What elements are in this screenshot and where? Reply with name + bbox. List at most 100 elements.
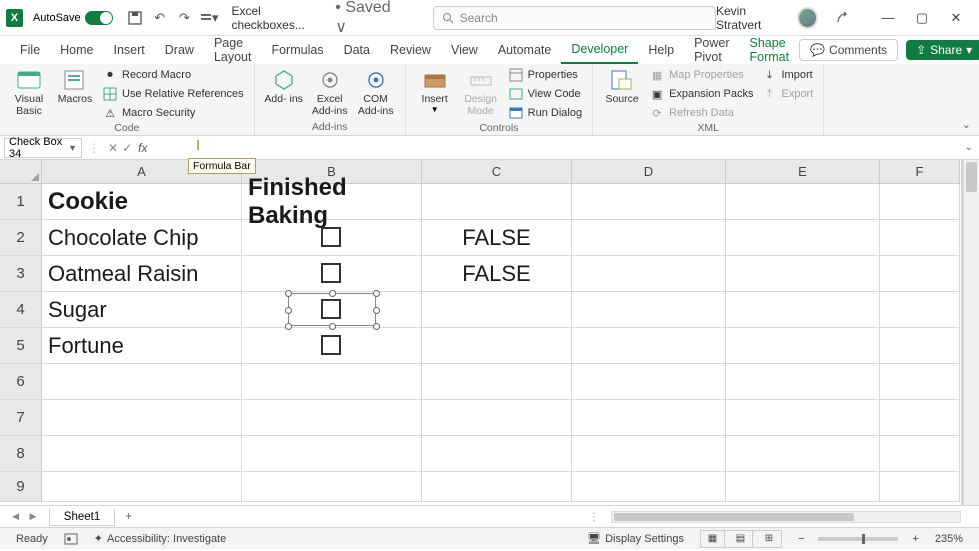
- tab-power-pivot[interactable]: Power Pivot: [684, 36, 739, 64]
- page-layout-view-button[interactable]: ▤: [729, 531, 753, 547]
- share-button[interactable]: ⇪ Share ▾: [906, 40, 979, 60]
- cell-C4[interactable]: [422, 292, 572, 328]
- import-button[interactable]: ⤓Import: [759, 66, 815, 84]
- cell-C7[interactable]: [422, 400, 572, 436]
- select-all-button[interactable]: [0, 160, 42, 184]
- cell-B9[interactable]: [242, 472, 422, 502]
- autosave-toggle[interactable]: AutoSave: [33, 11, 113, 25]
- resize-handle[interactable]: [285, 307, 292, 314]
- cell-E2[interactable]: [726, 220, 880, 256]
- visual-basic-button[interactable]: Visual Basic: [8, 66, 50, 117]
- cell-A5[interactable]: Fortune: [42, 328, 242, 364]
- macros-button[interactable]: Macros: [54, 66, 96, 105]
- document-name[interactable]: Excel checkboxes...: [231, 4, 331, 32]
- column-header-C[interactable]: C: [422, 160, 572, 184]
- resize-handle[interactable]: [285, 323, 292, 330]
- cell-A3[interactable]: Oatmeal Raisin: [42, 256, 242, 292]
- user-account[interactable]: Kevin Stratvert: [716, 4, 818, 32]
- cancel-formula-button[interactable]: ✕: [108, 141, 118, 155]
- resize-handle[interactable]: [329, 290, 336, 297]
- cell-E8[interactable]: [726, 436, 880, 472]
- cell-B6[interactable]: [242, 364, 422, 400]
- checkbox-row-3[interactable]: [321, 263, 341, 283]
- cell-F4[interactable]: [880, 292, 960, 328]
- resize-handle[interactable]: [329, 323, 336, 330]
- cell-D5[interactable]: [572, 328, 726, 364]
- display-settings-button[interactable]: 🖥 Display Settings: [587, 532, 684, 545]
- accessibility-status[interactable]: ✦ Accessibility: Investigate: [94, 532, 226, 545]
- cell-E7[interactable]: [726, 400, 880, 436]
- save-status[interactable]: • Saved ∨: [335, 0, 402, 37]
- row-header-8[interactable]: 8: [0, 436, 42, 472]
- enter-formula-button[interactable]: ✓: [122, 141, 132, 155]
- tab-formulas[interactable]: Formulas: [261, 36, 333, 64]
- use-relative-references-button[interactable]: Use Relative References: [100, 85, 246, 103]
- insert-control-button[interactable]: Insert▼: [414, 66, 456, 114]
- tab-view[interactable]: View: [441, 36, 488, 64]
- cell-E3[interactable]: [726, 256, 880, 292]
- fx-button[interactable]: fx: [138, 141, 147, 155]
- cell-A1[interactable]: Cookie: [42, 184, 242, 220]
- tab-file[interactable]: File: [10, 36, 50, 64]
- comments-button[interactable]: 💬 Comments: [799, 39, 898, 61]
- cell-E5[interactable]: [726, 328, 880, 364]
- column-header-D[interactable]: D: [572, 160, 726, 184]
- row-header-2[interactable]: 2: [0, 220, 42, 256]
- cell-F8[interactable]: [880, 436, 960, 472]
- column-header-F[interactable]: F: [880, 160, 960, 184]
- cell-F7[interactable]: [880, 400, 960, 436]
- resize-handle[interactable]: [373, 307, 380, 314]
- cell-E6[interactable]: [726, 364, 880, 400]
- view-code-button[interactable]: View Code: [506, 85, 584, 103]
- checkbox-row-5[interactable]: [321, 335, 341, 355]
- cell-D2[interactable]: [572, 220, 726, 256]
- cell-E4[interactable]: [726, 292, 880, 328]
- cell-C6[interactable]: [422, 364, 572, 400]
- cell-F6[interactable]: [880, 364, 960, 400]
- cell-A4[interactable]: Sugar: [42, 292, 242, 328]
- cell-A2[interactable]: Chocolate Chip: [42, 220, 242, 256]
- vertical-scrollbar[interactable]: [963, 160, 979, 505]
- zoom-level[interactable]: 235%: [935, 533, 963, 545]
- cell-D1[interactable]: [572, 184, 726, 220]
- maximize-button[interactable]: ▢: [905, 4, 939, 32]
- tab-help[interactable]: Help: [638, 36, 684, 64]
- expansion-packs-button[interactable]: ▣Expansion Packs: [647, 85, 755, 103]
- checkbox-row-2[interactable]: [321, 227, 341, 247]
- cell-D9[interactable]: [572, 472, 726, 502]
- run-dialog-button[interactable]: Run Dialog: [506, 104, 584, 122]
- cell-C2[interactable]: FALSE: [422, 220, 572, 256]
- toggle-on-icon[interactable]: [85, 11, 113, 25]
- cell-D7[interactable]: [572, 400, 726, 436]
- cell-A6[interactable]: [42, 364, 242, 400]
- source-button[interactable]: Source: [601, 66, 643, 105]
- cell-E9[interactable]: [726, 472, 880, 502]
- zoom-out-button[interactable]: −: [798, 533, 804, 545]
- cell-F5[interactable]: [880, 328, 960, 364]
- cell-C9[interactable]: [422, 472, 572, 502]
- excel-addins-button[interactable]: Excel Add-ins: [309, 66, 351, 117]
- search-input[interactable]: Search: [433, 6, 716, 30]
- zoom-in-button[interactable]: +: [912, 533, 918, 545]
- properties-button[interactable]: Properties: [506, 66, 584, 84]
- cell-C1[interactable]: [422, 184, 572, 220]
- refresh-data-button[interactable]: ⟳Refresh Data: [647, 104, 755, 122]
- coming-soon-button[interactable]: [832, 7, 853, 29]
- normal-view-button[interactable]: ▦: [701, 531, 725, 547]
- save-button[interactable]: [125, 7, 146, 29]
- cell-A9[interactable]: [42, 472, 242, 502]
- cell-E1[interactable]: [726, 184, 880, 220]
- record-macro-button[interactable]: ⏺Record Macro: [100, 66, 246, 84]
- tab-insert[interactable]: Insert: [104, 36, 155, 64]
- resize-handle[interactable]: [373, 323, 380, 330]
- tab-review[interactable]: Review: [380, 36, 441, 64]
- zoom-slider[interactable]: [818, 537, 898, 541]
- cell-F1[interactable]: [880, 184, 960, 220]
- resize-handle[interactable]: [373, 290, 380, 297]
- export-button[interactable]: ⤒Export: [759, 85, 815, 103]
- cell-D8[interactable]: [572, 436, 726, 472]
- cell-D6[interactable]: [572, 364, 726, 400]
- sheet-tab-sheet1[interactable]: Sheet1: [49, 509, 115, 526]
- cell-A7[interactable]: [42, 400, 242, 436]
- formula-input[interactable]: [147, 136, 979, 159]
